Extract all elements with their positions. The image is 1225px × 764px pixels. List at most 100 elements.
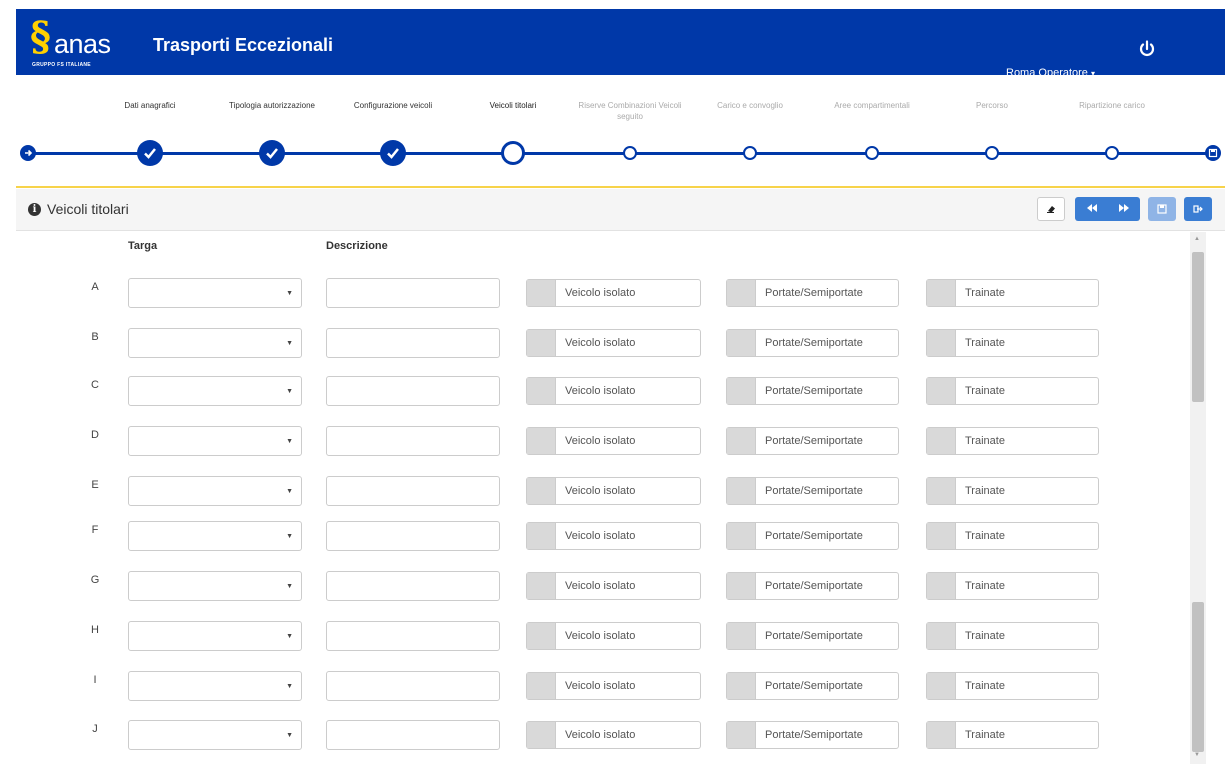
app-title: Trasporti Eccezionali bbox=[153, 35, 334, 55]
descrizione-input[interactable] bbox=[326, 328, 500, 358]
descrizione-input[interactable] bbox=[326, 376, 500, 406]
toggle-label: Veicolo isolato bbox=[565, 680, 636, 692]
step-label-aree: Aree compartimentali bbox=[834, 101, 910, 110]
targa-select[interactable]: ▼ bbox=[128, 521, 302, 551]
save-icon[interactable] bbox=[1205, 145, 1221, 161]
row-letter: B bbox=[91, 331, 99, 343]
toggle-switch bbox=[927, 623, 956, 649]
step-node-percorso[interactable] bbox=[985, 146, 999, 160]
trainate-toggle[interactable]: Trainate bbox=[926, 622, 1099, 650]
descrizione-input[interactable] bbox=[326, 571, 500, 601]
portate-semiportate-toggle[interactable]: Portate/Semiportate bbox=[726, 279, 899, 307]
trainate-toggle[interactable]: Trainate bbox=[926, 377, 1099, 405]
scroll-down-icon[interactable]: ▼ bbox=[1194, 752, 1200, 758]
toggle-switch bbox=[727, 330, 756, 356]
scrollbar-thumb-top[interactable] bbox=[1192, 252, 1204, 402]
veicolo-isolato-toggle[interactable]: Veicolo isolato bbox=[526, 572, 701, 600]
portate-semiportate-toggle[interactable]: Portate/Semiportate bbox=[726, 622, 899, 650]
trainate-toggle[interactable]: Trainate bbox=[926, 572, 1099, 600]
targa-select[interactable]: ▼ bbox=[128, 376, 302, 406]
exit-button[interactable] bbox=[1184, 197, 1212, 221]
veicolo-isolato-toggle[interactable]: Veicolo isolato bbox=[526, 329, 701, 357]
toggle-label: Trainate bbox=[965, 485, 1005, 497]
descrizione-input[interactable] bbox=[326, 476, 500, 506]
veicolo-isolato-toggle[interactable]: Veicolo isolato bbox=[526, 522, 701, 550]
scrollbar[interactable]: ▲ ▼ bbox=[1190, 232, 1206, 764]
veicolo-isolato-toggle[interactable]: Veicolo isolato bbox=[526, 377, 701, 405]
row-letter: D bbox=[91, 429, 99, 441]
portate-semiportate-toggle[interactable]: Portate/Semiportate bbox=[726, 377, 899, 405]
descrizione-input[interactable] bbox=[326, 278, 500, 308]
step-node-riserve[interactable] bbox=[623, 146, 637, 160]
targa-select[interactable]: ▼ bbox=[128, 671, 302, 701]
trainate-toggle[interactable]: Trainate bbox=[926, 427, 1099, 455]
trainate-toggle[interactable]: Trainate bbox=[926, 721, 1099, 749]
power-icon[interactable] bbox=[1136, 38, 1158, 60]
trainate-toggle[interactable]: Trainate bbox=[926, 279, 1099, 307]
trainate-toggle[interactable]: Trainate bbox=[926, 477, 1099, 505]
step-label-percorso: Percorso bbox=[975, 101, 1008, 110]
veicolo-isolato-toggle[interactable]: Veicolo isolato bbox=[526, 672, 701, 700]
row-letter: C bbox=[91, 379, 99, 391]
save-button[interactable] bbox=[1148, 197, 1176, 221]
step-node-tipologia[interactable] bbox=[259, 140, 285, 166]
forward-icon[interactable] bbox=[1108, 200, 1140, 218]
descrizione-input[interactable] bbox=[326, 720, 500, 750]
step-node-configurazione[interactable] bbox=[380, 140, 406, 166]
step-label-configurazione: Configurazione veicoli bbox=[353, 101, 433, 110]
step-label-riserve: Riserve Combinazioni Veicoli seguito bbox=[578, 101, 682, 121]
trainate-toggle[interactable]: Trainate bbox=[926, 522, 1099, 550]
descrizione-input[interactable] bbox=[326, 621, 500, 651]
portate-semiportate-toggle[interactable]: Portate/Semiportate bbox=[726, 572, 899, 600]
row-letter: F bbox=[91, 524, 99, 536]
targa-select[interactable]: ▼ bbox=[128, 278, 302, 308]
step-node-aree[interactable] bbox=[865, 146, 879, 160]
targa-select[interactable]: ▼ bbox=[128, 571, 302, 601]
portate-semiportate-toggle[interactable]: Portate/Semiportate bbox=[726, 427, 899, 455]
portate-semiportate-toggle[interactable]: Portate/Semiportate bbox=[726, 672, 899, 700]
column-header-targa: Targa bbox=[128, 240, 158, 252]
step-node-dati-anagrafici[interactable] bbox=[137, 140, 163, 166]
portate-semiportate-toggle[interactable]: Portate/Semiportate bbox=[726, 522, 899, 550]
targa-select[interactable]: ▼ bbox=[128, 328, 302, 358]
toggle-switch bbox=[927, 673, 956, 699]
panel-title-text: Veicoli titolari bbox=[47, 201, 129, 217]
veicolo-isolato-toggle[interactable]: Veicolo isolato bbox=[526, 427, 701, 455]
trainate-toggle[interactable]: Trainate bbox=[926, 672, 1099, 700]
descrizione-input[interactable] bbox=[326, 426, 500, 456]
trainate-toggle[interactable]: Trainate bbox=[926, 329, 1099, 357]
step-node-carico[interactable] bbox=[743, 146, 757, 160]
toggle-switch bbox=[927, 330, 956, 356]
veicolo-isolato-toggle[interactable]: Veicolo isolato bbox=[526, 477, 701, 505]
panel-header: i Veicoli titolari bbox=[16, 189, 1225, 231]
prev-next-button-group bbox=[1075, 197, 1140, 221]
veicolo-isolato-toggle[interactable]: Veicolo isolato bbox=[526, 279, 701, 307]
step-node-veicoli-titolari[interactable] bbox=[501, 141, 525, 165]
targa-select[interactable]: ▼ bbox=[128, 426, 302, 456]
backward-icon[interactable] bbox=[1076, 200, 1108, 218]
targa-select[interactable]: ▼ bbox=[128, 476, 302, 506]
toggle-label: Portate/Semiportate bbox=[765, 729, 863, 741]
portate-semiportate-toggle[interactable]: Portate/Semiportate bbox=[726, 477, 899, 505]
chevron-down-icon: ▼ bbox=[286, 583, 293, 590]
targa-select[interactable]: ▼ bbox=[128, 621, 302, 651]
step-node-ripartizione[interactable] bbox=[1105, 146, 1119, 160]
veicolo-isolato-toggle[interactable]: Veicolo isolato bbox=[526, 622, 701, 650]
toggle-label: Trainate bbox=[965, 385, 1005, 397]
scrollbar-thumb-bottom[interactable] bbox=[1192, 602, 1204, 752]
portate-semiportate-toggle[interactable]: Portate/Semiportate bbox=[726, 721, 899, 749]
toggle-switch bbox=[927, 523, 956, 549]
descrizione-input[interactable] bbox=[326, 671, 500, 701]
clear-button[interactable] bbox=[1037, 197, 1065, 221]
toggle-switch bbox=[727, 478, 756, 504]
check-icon bbox=[266, 148, 278, 159]
descrizione-input[interactable] bbox=[326, 521, 500, 551]
scroll-up-icon[interactable]: ▲ bbox=[1194, 236, 1200, 242]
column-header-descrizione: Descrizione bbox=[326, 240, 388, 252]
toggle-switch bbox=[727, 280, 756, 306]
portate-semiportate-toggle[interactable]: Portate/Semiportate bbox=[726, 329, 899, 357]
veicolo-isolato-toggle[interactable]: Veicolo isolato bbox=[526, 721, 701, 749]
row-letter: J bbox=[92, 723, 98, 735]
arrow-right-icon[interactable] bbox=[20, 145, 36, 161]
targa-select[interactable]: ▼ bbox=[128, 720, 302, 750]
